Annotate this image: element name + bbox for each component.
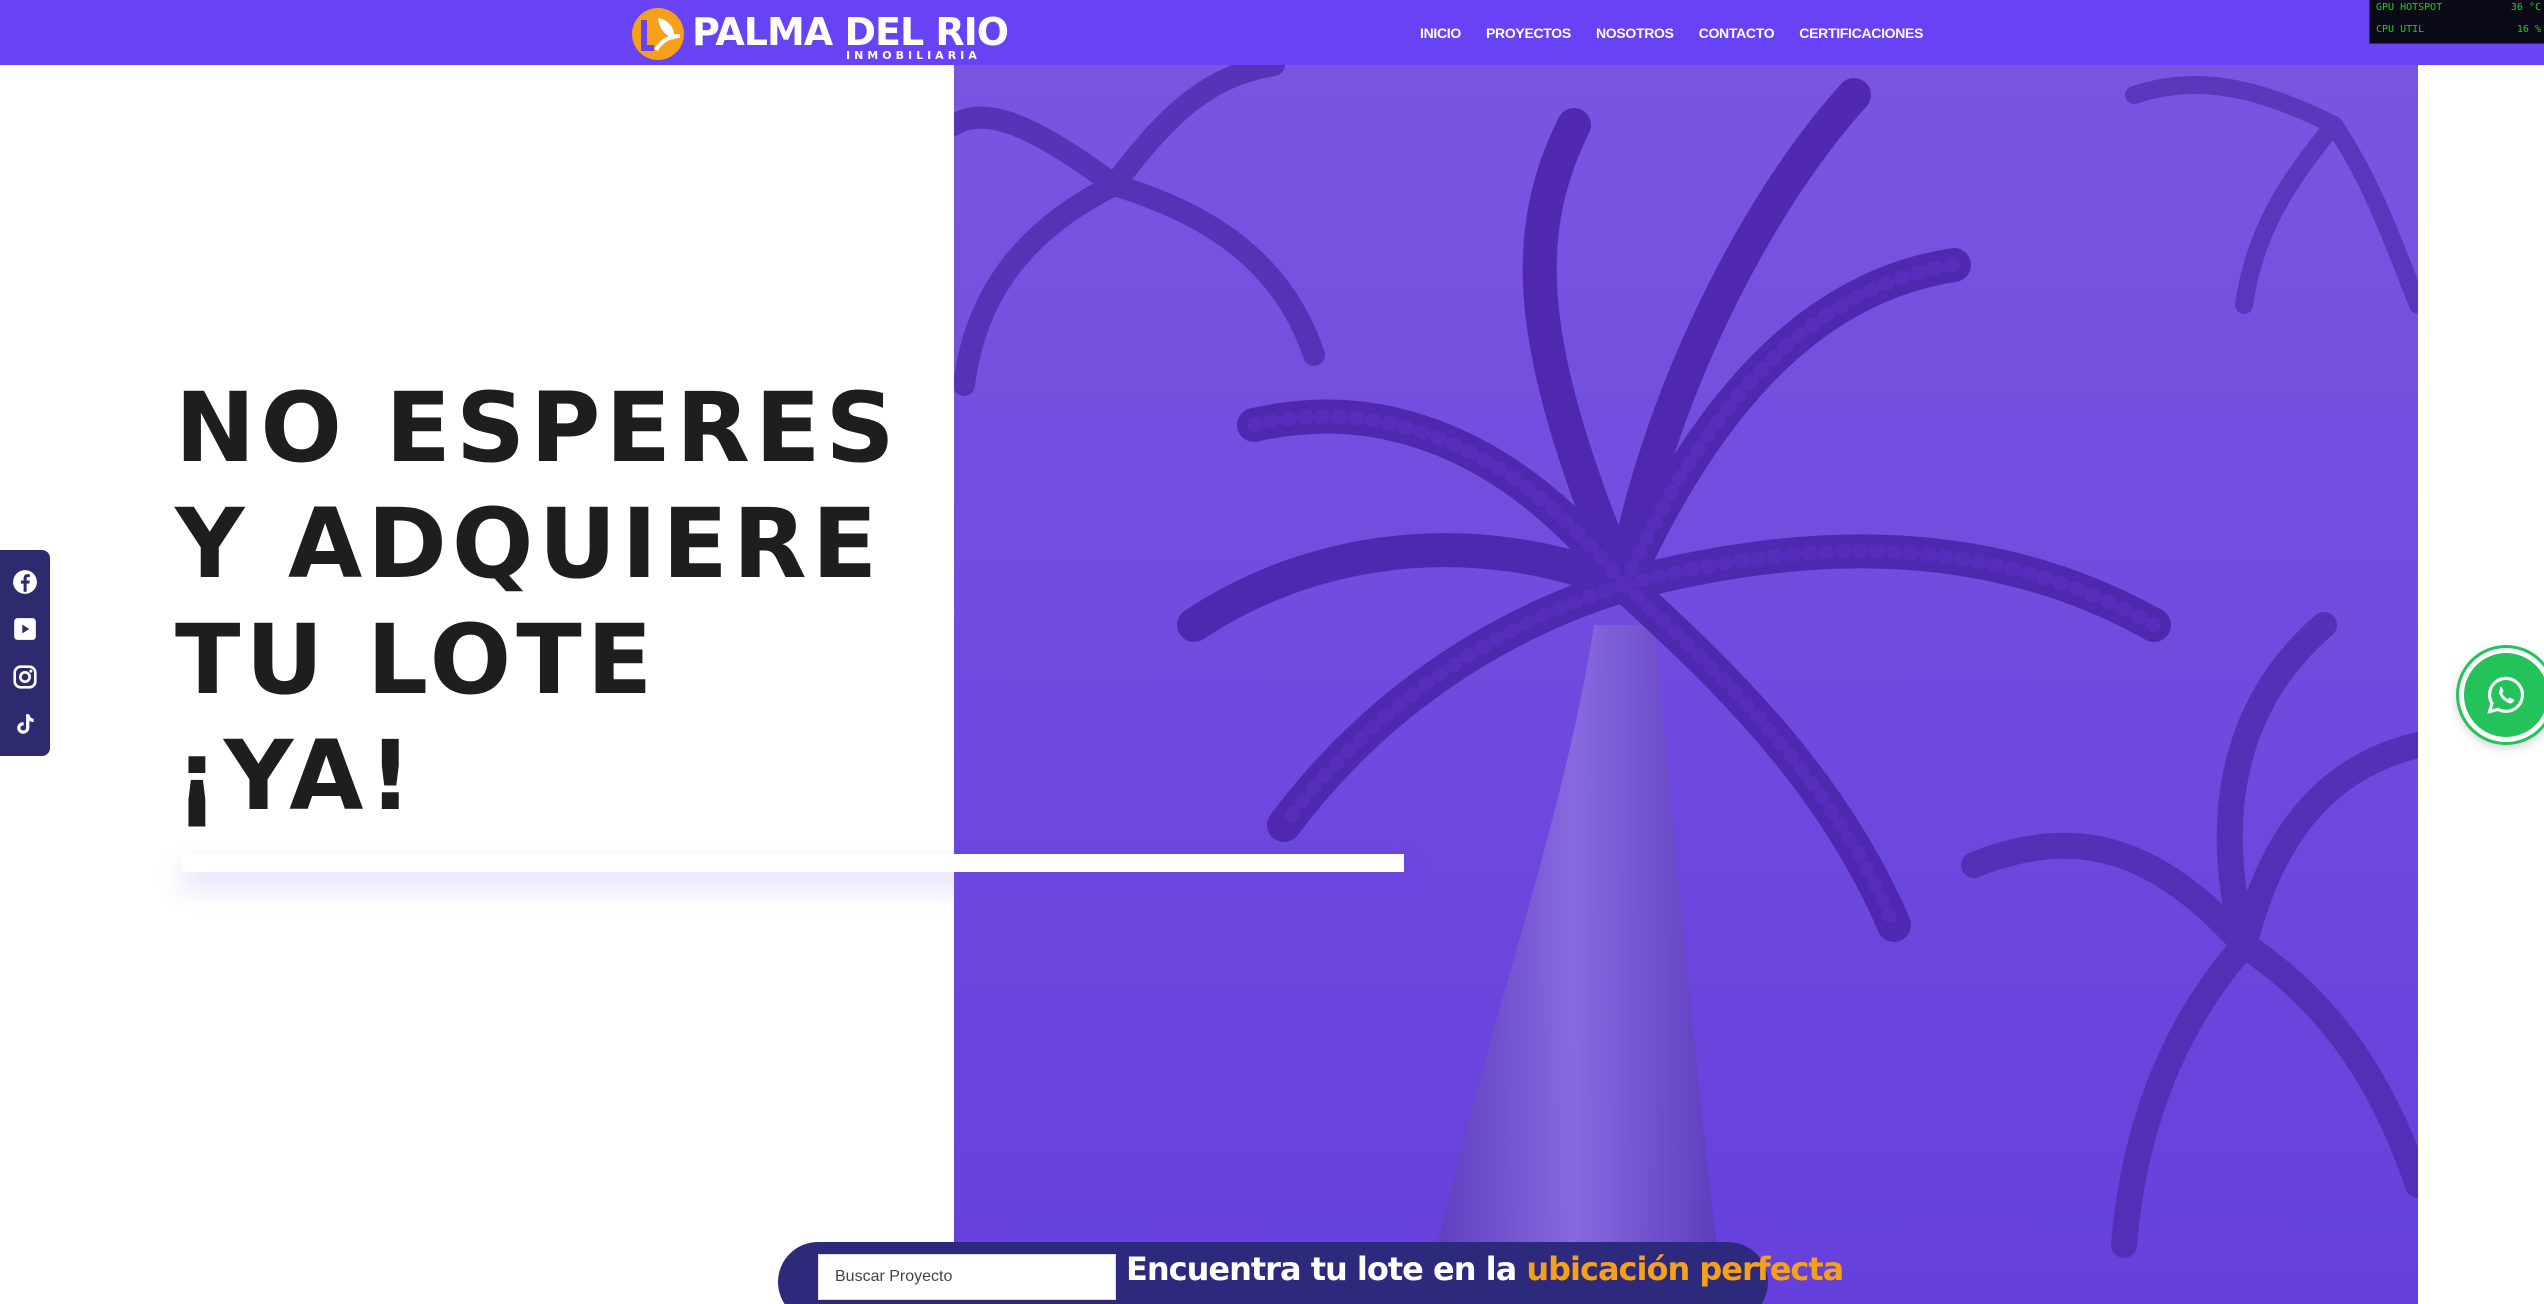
hw-value: 16 %: [2516, 24, 2541, 35]
nav-item-certificaciones[interactable]: CERTIFICACIONES: [1799, 25, 1923, 41]
hw-label: GPU HOTSPOT: [2376, 2, 2443, 13]
headline-accent-bar: [182, 854, 1404, 872]
logo-name: PALMA DEL RIO: [692, 10, 1009, 54]
hw-row-gpu: GPU HOTSPOT 36 °C: [2376, 2, 2541, 13]
nav-item-inicio[interactable]: INICIO: [1420, 25, 1461, 41]
search-tagline: Encuentra tu lote en la ubicación perfec…: [1126, 1250, 1844, 1288]
hardware-monitor-overlay: GPU HOTSPOT 36 °C CPU UTIL 16 %: [2369, 0, 2544, 44]
headline-line-2: Y ADQUIERE: [175, 488, 883, 600]
whatsapp-icon: [2487, 676, 2525, 714]
whatsapp-button[interactable]: [2459, 648, 2544, 742]
hw-row-cpu: CPU UTIL 16 %: [2376, 24, 2541, 35]
youtube-icon[interactable]: [11, 615, 39, 643]
hw-label: CPU UTIL: [2376, 24, 2425, 35]
logo-mark-icon: [632, 8, 684, 60]
headline-line-1: NO ESPERES: [175, 372, 900, 484]
tiktok-icon[interactable]: [11, 710, 39, 738]
headline-line-3: TU LOTE: [175, 604, 658, 716]
tagline-prefix: Encuentra tu lote en la: [1126, 1250, 1517, 1288]
social-sidebar: [0, 550, 50, 756]
nav-item-nosotros[interactable]: NOSOTROS: [1596, 25, 1674, 41]
facebook-icon[interactable]: [11, 568, 39, 596]
instagram-icon[interactable]: [11, 663, 39, 691]
hw-value: 36 °C: [2510, 2, 2541, 13]
logo-subtitle: INMOBILIARIA: [846, 49, 981, 62]
tagline-highlight: ubicación perfecta: [1526, 1250, 1844, 1288]
brand-logo[interactable]: PALMA DEL RIO INMOBILIARIA: [630, 4, 1009, 62]
top-navbar: PALMA DEL RIO INMOBILIARIA INICIO PROYEC…: [0, 0, 2544, 65]
hero-headline: NO ESPERES Y ADQUIERE TU LOTE ¡YA!: [175, 370, 900, 834]
headline-line-4: ¡YA!: [175, 720, 418, 832]
nav-item-contacto[interactable]: CONTACTO: [1699, 25, 1775, 41]
main-nav: INICIO PROYECTOS NOSOTROS CONTACTO CERTI…: [1420, 0, 1923, 65]
palm-trees-illustration: [954, 65, 2418, 1304]
hero-palm-image: [954, 65, 2418, 1304]
nav-item-proyectos[interactable]: PROYECTOS: [1486, 25, 1571, 41]
search-strip: Encuentra tu lote en la ubicación perfec…: [778, 1242, 1844, 1304]
project-search-input[interactable]: [818, 1254, 1116, 1300]
